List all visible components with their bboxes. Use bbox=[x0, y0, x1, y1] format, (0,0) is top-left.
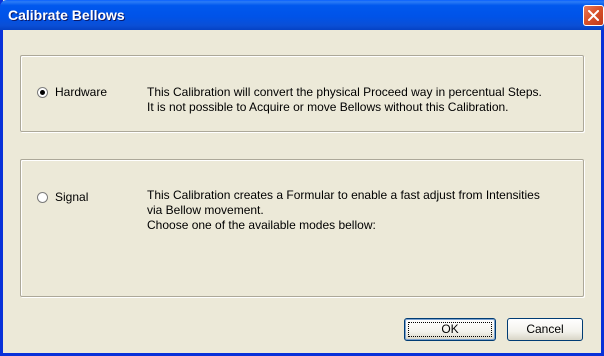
signal-description-line-2: via Bellow movement. bbox=[147, 203, 264, 217]
signal-radio-label[interactable]: Signal bbox=[55, 190, 88, 204]
close-button[interactable] bbox=[583, 5, 604, 26]
hardware-radio-label[interactable]: Hardware bbox=[55, 85, 107, 99]
signal-radio[interactable]: Signal bbox=[37, 190, 88, 204]
title-bar[interactable]: Calibrate Bellows bbox=[0, 0, 604, 30]
hardware-radio-indicator[interactable] bbox=[37, 86, 48, 98]
signal-radio-indicator[interactable] bbox=[37, 191, 48, 203]
ok-button[interactable]: OK bbox=[404, 318, 496, 341]
close-icon bbox=[588, 10, 599, 21]
hardware-description-line-2: It is not possible to Acquire or move Be… bbox=[147, 100, 509, 114]
signal-description-line-1: This Calibration creates a Formular to e… bbox=[147, 188, 540, 202]
signal-description-line-3: Choose one of the available modes bellow… bbox=[147, 218, 376, 232]
signal-description: This Calibration creates a Formular to e… bbox=[147, 188, 540, 233]
hardware-description: This Calibration will convert the physic… bbox=[147, 85, 542, 115]
ok-button-label: OK bbox=[441, 322, 459, 336]
hardware-description-line-1: This Calibration will convert the physic… bbox=[147, 85, 542, 99]
hardware-radio[interactable]: Hardware bbox=[37, 85, 107, 99]
cancel-button[interactable]: Cancel bbox=[507, 318, 583, 341]
cancel-button-label: Cancel bbox=[526, 322, 564, 336]
window-title: Calibrate Bellows bbox=[8, 7, 125, 23]
